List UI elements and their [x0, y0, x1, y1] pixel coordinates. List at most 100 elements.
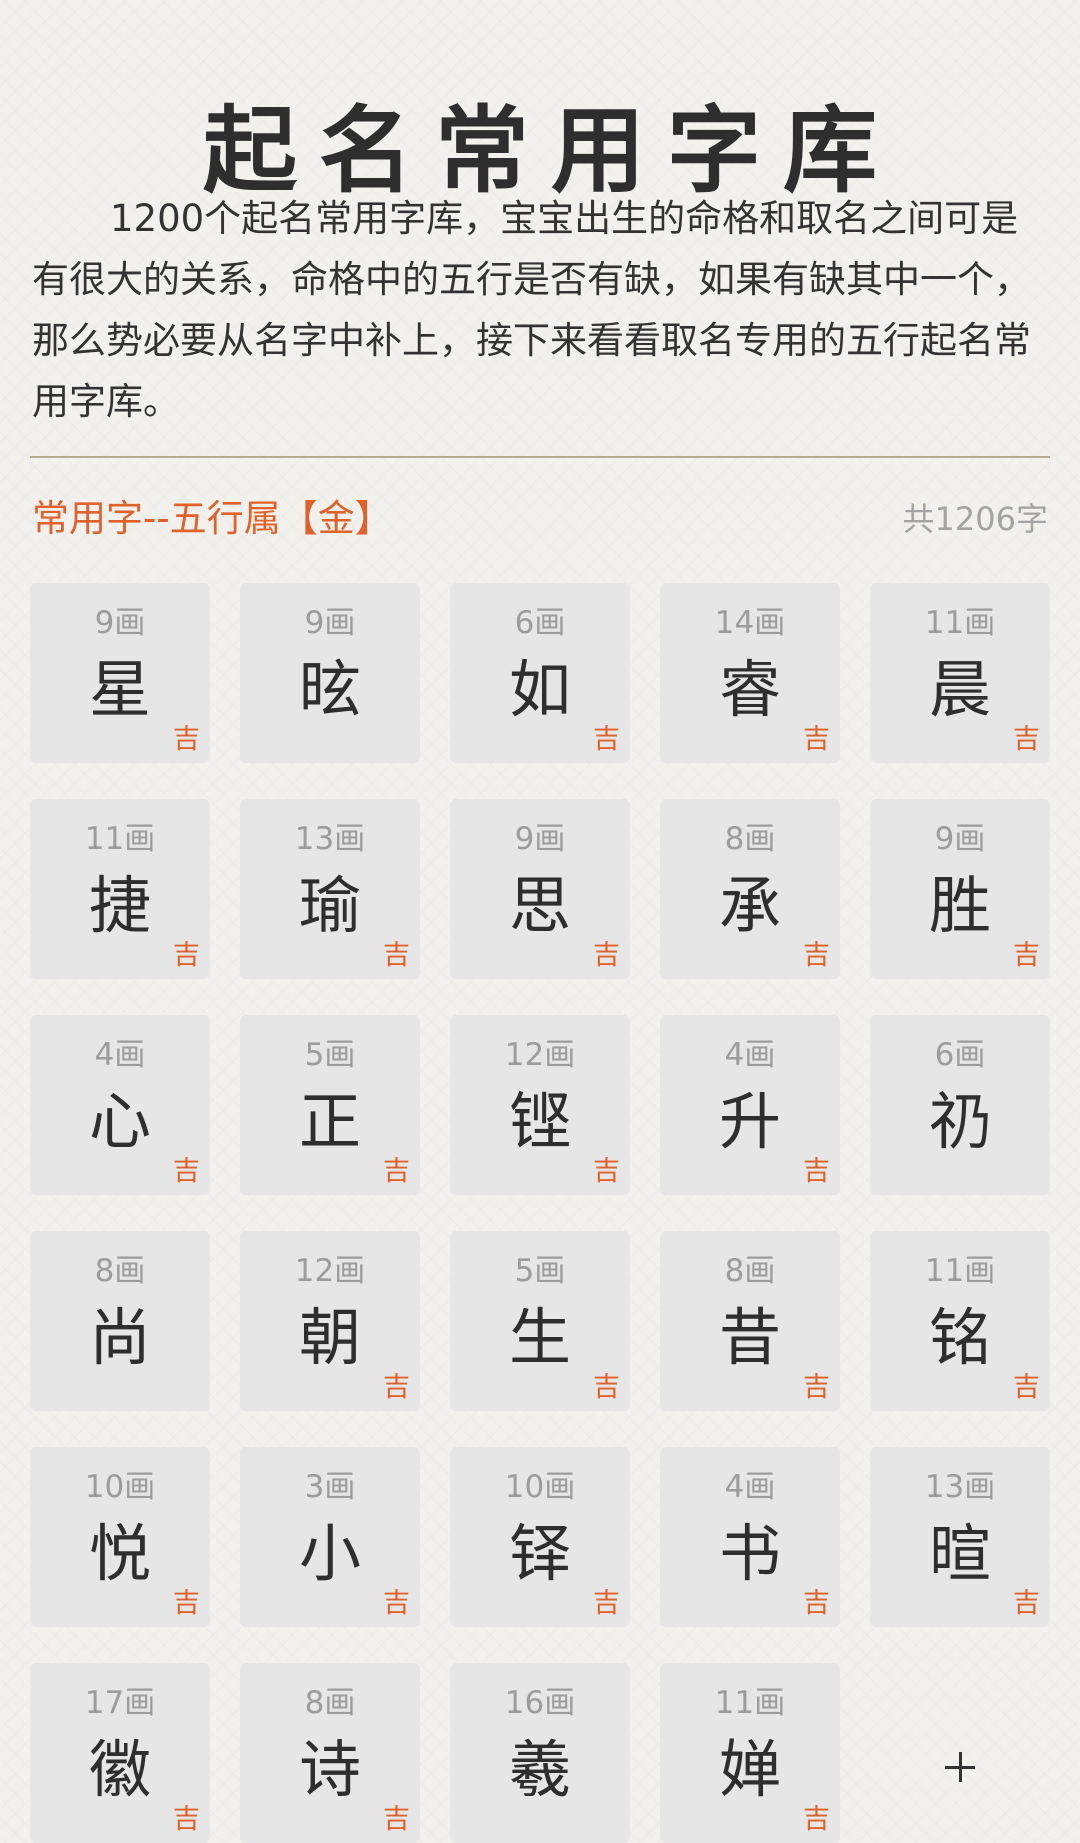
- stroke-count: 4画: [724, 1469, 776, 1505]
- character-card[interactable]: 10画 悦 吉: [30, 1447, 210, 1627]
- stroke-count: 11画: [924, 1253, 996, 1289]
- stroke-count: 9画: [934, 821, 986, 857]
- stroke-count: 14画: [714, 605, 786, 641]
- stroke-count: 8画: [724, 821, 776, 857]
- character: 小: [298, 1517, 361, 1590]
- character-card[interactable]: 17画 徽 吉: [30, 1663, 210, 1843]
- intro-paragraph: 1200个起名常用字库，宝宝出生的命格和取名之间可是有很大的关系，命格中的五行是…: [32, 197, 1031, 423]
- luck-badge: 吉: [383, 940, 410, 971]
- character: 正: [298, 1085, 361, 1158]
- luck-badge: 吉: [383, 1372, 410, 1403]
- character-card[interactable]: 12画 朝 吉: [240, 1231, 420, 1411]
- stroke-count: 12画: [504, 1037, 576, 1073]
- luck-badge: 吉: [803, 1804, 830, 1835]
- luck-badge: 吉: [593, 1156, 620, 1187]
- stroke-count: 9画: [304, 605, 356, 641]
- character: 星: [88, 653, 151, 726]
- stroke-count: 4画: [724, 1037, 776, 1073]
- luck-badge: 吉: [803, 1372, 830, 1403]
- stroke-count: 6画: [514, 605, 566, 641]
- luck-badge: 吉: [383, 1804, 410, 1835]
- character: 徽: [88, 1733, 151, 1806]
- character: 婵: [718, 1733, 781, 1806]
- character-card[interactable]: 9画 胜 吉: [870, 799, 1050, 979]
- luck-badge: 吉: [173, 724, 200, 755]
- luck-badge: 吉: [383, 1588, 410, 1619]
- luck-badge: 吉: [1013, 1588, 1040, 1619]
- character-card[interactable]: 6画 礽: [870, 1015, 1050, 1195]
- stroke-count: 8画: [94, 1253, 146, 1289]
- luck-badge: 吉: [593, 940, 620, 971]
- character-card[interactable]: 13画 瑜 吉: [240, 799, 420, 979]
- character-card[interactable]: 16画 羲: [450, 1663, 630, 1843]
- character: 晨: [928, 653, 991, 726]
- luck-badge: 吉: [593, 1372, 620, 1403]
- character-card[interactable]: 8画 承 吉: [660, 799, 840, 979]
- character-card[interactable]: 9画 星 吉: [30, 583, 210, 763]
- stroke-count: 11画: [84, 821, 156, 857]
- character: 升: [718, 1085, 781, 1158]
- character: 承: [718, 869, 781, 942]
- luck-badge: 吉: [173, 1804, 200, 1835]
- stroke-count: 9画: [94, 605, 146, 641]
- luck-badge: 吉: [173, 1156, 200, 1187]
- character: 生: [508, 1301, 571, 1374]
- character: 心: [88, 1085, 151, 1158]
- character-card[interactable]: 6画 如 吉: [450, 583, 630, 763]
- character: 暄: [928, 1517, 991, 1590]
- character-card[interactable]: 14画 睿 吉: [660, 583, 840, 763]
- character-grid: 9画 星 吉 9画 昡 6画 如 吉 14画 睿 吉 11画 晨 吉 11画 捷…: [30, 583, 1050, 1843]
- stroke-count: 8画: [304, 1685, 356, 1721]
- stroke-count: 8画: [724, 1253, 776, 1289]
- add-character-button[interactable]: [870, 1663, 1050, 1843]
- luck-badge: 吉: [803, 940, 830, 971]
- character: 礽: [928, 1085, 991, 1158]
- character-card[interactable]: 4画 书 吉: [660, 1447, 840, 1627]
- character-card[interactable]: 12画 铿 吉: [450, 1015, 630, 1195]
- luck-badge: 吉: [173, 1588, 200, 1619]
- stroke-count: 9画: [514, 821, 566, 857]
- character-card[interactable]: 11画 晨 吉: [870, 583, 1050, 763]
- character: 书: [718, 1517, 781, 1590]
- character-card[interactable]: 5画 正 吉: [240, 1015, 420, 1195]
- luck-badge: 吉: [803, 1588, 830, 1619]
- character-card[interactable]: 9画 思 吉: [450, 799, 630, 979]
- stroke-count: 10画: [84, 1469, 156, 1505]
- character-card[interactable]: 11画 铭 吉: [870, 1231, 1050, 1411]
- character-card[interactable]: 8画 诗 吉: [240, 1663, 420, 1843]
- character-card[interactable]: 8画 昔 吉: [660, 1231, 840, 1411]
- character: 睿: [718, 653, 781, 726]
- character-card[interactable]: 9画 昡: [240, 583, 420, 763]
- character: 羲: [508, 1733, 571, 1806]
- luck-badge: 吉: [803, 724, 830, 755]
- stroke-count: 13画: [294, 821, 366, 857]
- stroke-count: 10画: [504, 1469, 576, 1505]
- character: 胜: [928, 869, 991, 942]
- stroke-count: 6画: [934, 1037, 986, 1073]
- stroke-count: 11画: [714, 1685, 786, 1721]
- plus-icon: [945, 1752, 975, 1782]
- character: 铭: [928, 1301, 991, 1374]
- character: 捷: [88, 869, 151, 942]
- character: 铎: [508, 1517, 571, 1590]
- character-card[interactable]: 11画 捷 吉: [30, 799, 210, 979]
- character: 朝: [298, 1301, 361, 1374]
- luck-badge: 吉: [1013, 940, 1040, 971]
- character: 尚: [88, 1301, 151, 1374]
- character-card[interactable]: 4画 心 吉: [30, 1015, 210, 1195]
- luck-badge: 吉: [593, 724, 620, 755]
- stroke-count: 5画: [304, 1037, 356, 1073]
- character-card[interactable]: 13画 暄 吉: [870, 1447, 1050, 1627]
- character-card[interactable]: 3画 小 吉: [240, 1447, 420, 1627]
- stroke-count: 4画: [94, 1037, 146, 1073]
- luck-badge: 吉: [803, 1156, 830, 1187]
- stroke-count: 16画: [504, 1685, 576, 1721]
- character-card[interactable]: 11画 婵 吉: [660, 1663, 840, 1843]
- character-card[interactable]: 10画 铎 吉: [450, 1447, 630, 1627]
- character: 思: [508, 869, 571, 942]
- section-title: 常用字--五行属【金】: [32, 497, 392, 540]
- character-card[interactable]: 5画 生 吉: [450, 1231, 630, 1411]
- character-card[interactable]: 8画 尚: [30, 1231, 210, 1411]
- character-card[interactable]: 4画 升 吉: [660, 1015, 840, 1195]
- stroke-count: 5画: [514, 1253, 566, 1289]
